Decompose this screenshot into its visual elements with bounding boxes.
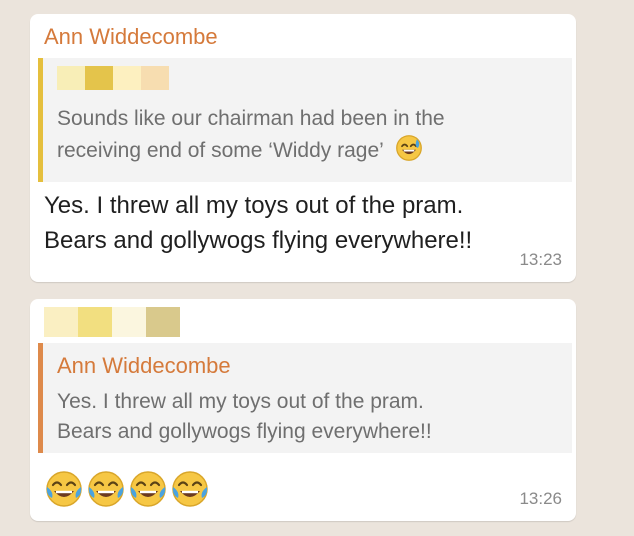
grinning-face-with-sweat-icon [395, 135, 422, 161]
redaction-block [146, 307, 180, 337]
quoted-text: Sounds like our chairman had been in the… [57, 104, 445, 166]
redaction-block [78, 307, 112, 337]
message-timestamp: 13:26 [519, 489, 562, 508]
redaction-block [85, 66, 113, 90]
message-text-line: Bears and gollywogs flying everywhere!! [44, 227, 473, 254]
redaction-block [113, 66, 141, 90]
face-with-tears-of-joy-icon [172, 471, 208, 507]
quoted-text-line: Bears and gollywogs flying everywhere!! [57, 420, 432, 443]
face-with-tears-of-joy-icon [88, 471, 124, 507]
quoted-sender-name: Ann Widdecombe [57, 353, 231, 378]
emoji-reaction-row [44, 469, 210, 509]
redaction-block [57, 66, 85, 90]
quoted-text: Yes. I threw all my toys out of the pram… [57, 387, 432, 447]
message-bubble-incoming[interactable]: Ann Widdecombe Yes. I threw all my toys … [30, 299, 576, 521]
face-with-tears-of-joy-icon [46, 471, 82, 507]
redaction-block [44, 307, 78, 337]
message-timestamp: 13:23 [519, 250, 562, 269]
redaction-block [112, 307, 146, 337]
message-bubble-incoming[interactable]: Ann Widdecombe Sounds like our chairman … [30, 14, 576, 282]
quoted-text-line-with-emoji: receiving end of some ‘Widdy rage’ [57, 134, 445, 166]
quoted-message[interactable]: Ann Widdecombe Yes. I threw all my toys … [38, 343, 572, 453]
sender-name: Ann Widdecombe [44, 24, 218, 49]
redaction-block [141, 66, 169, 90]
message-text-line: Yes. I threw all my toys out of the pram… [44, 192, 464, 219]
quoted-text-line: receiving end of some ‘Widdy rage’ [57, 139, 384, 162]
quoted-text-line: Sounds like our chairman had been in the [57, 107, 445, 130]
message-text: Yes. I threw all my toys out of the pram… [44, 188, 472, 258]
quoted-text-line: Yes. I threw all my toys out of the pram… [57, 390, 424, 413]
quoted-message[interactable]: Sounds like our chairman had been in the… [38, 58, 572, 182]
face-with-tears-of-joy-icon [130, 471, 166, 507]
